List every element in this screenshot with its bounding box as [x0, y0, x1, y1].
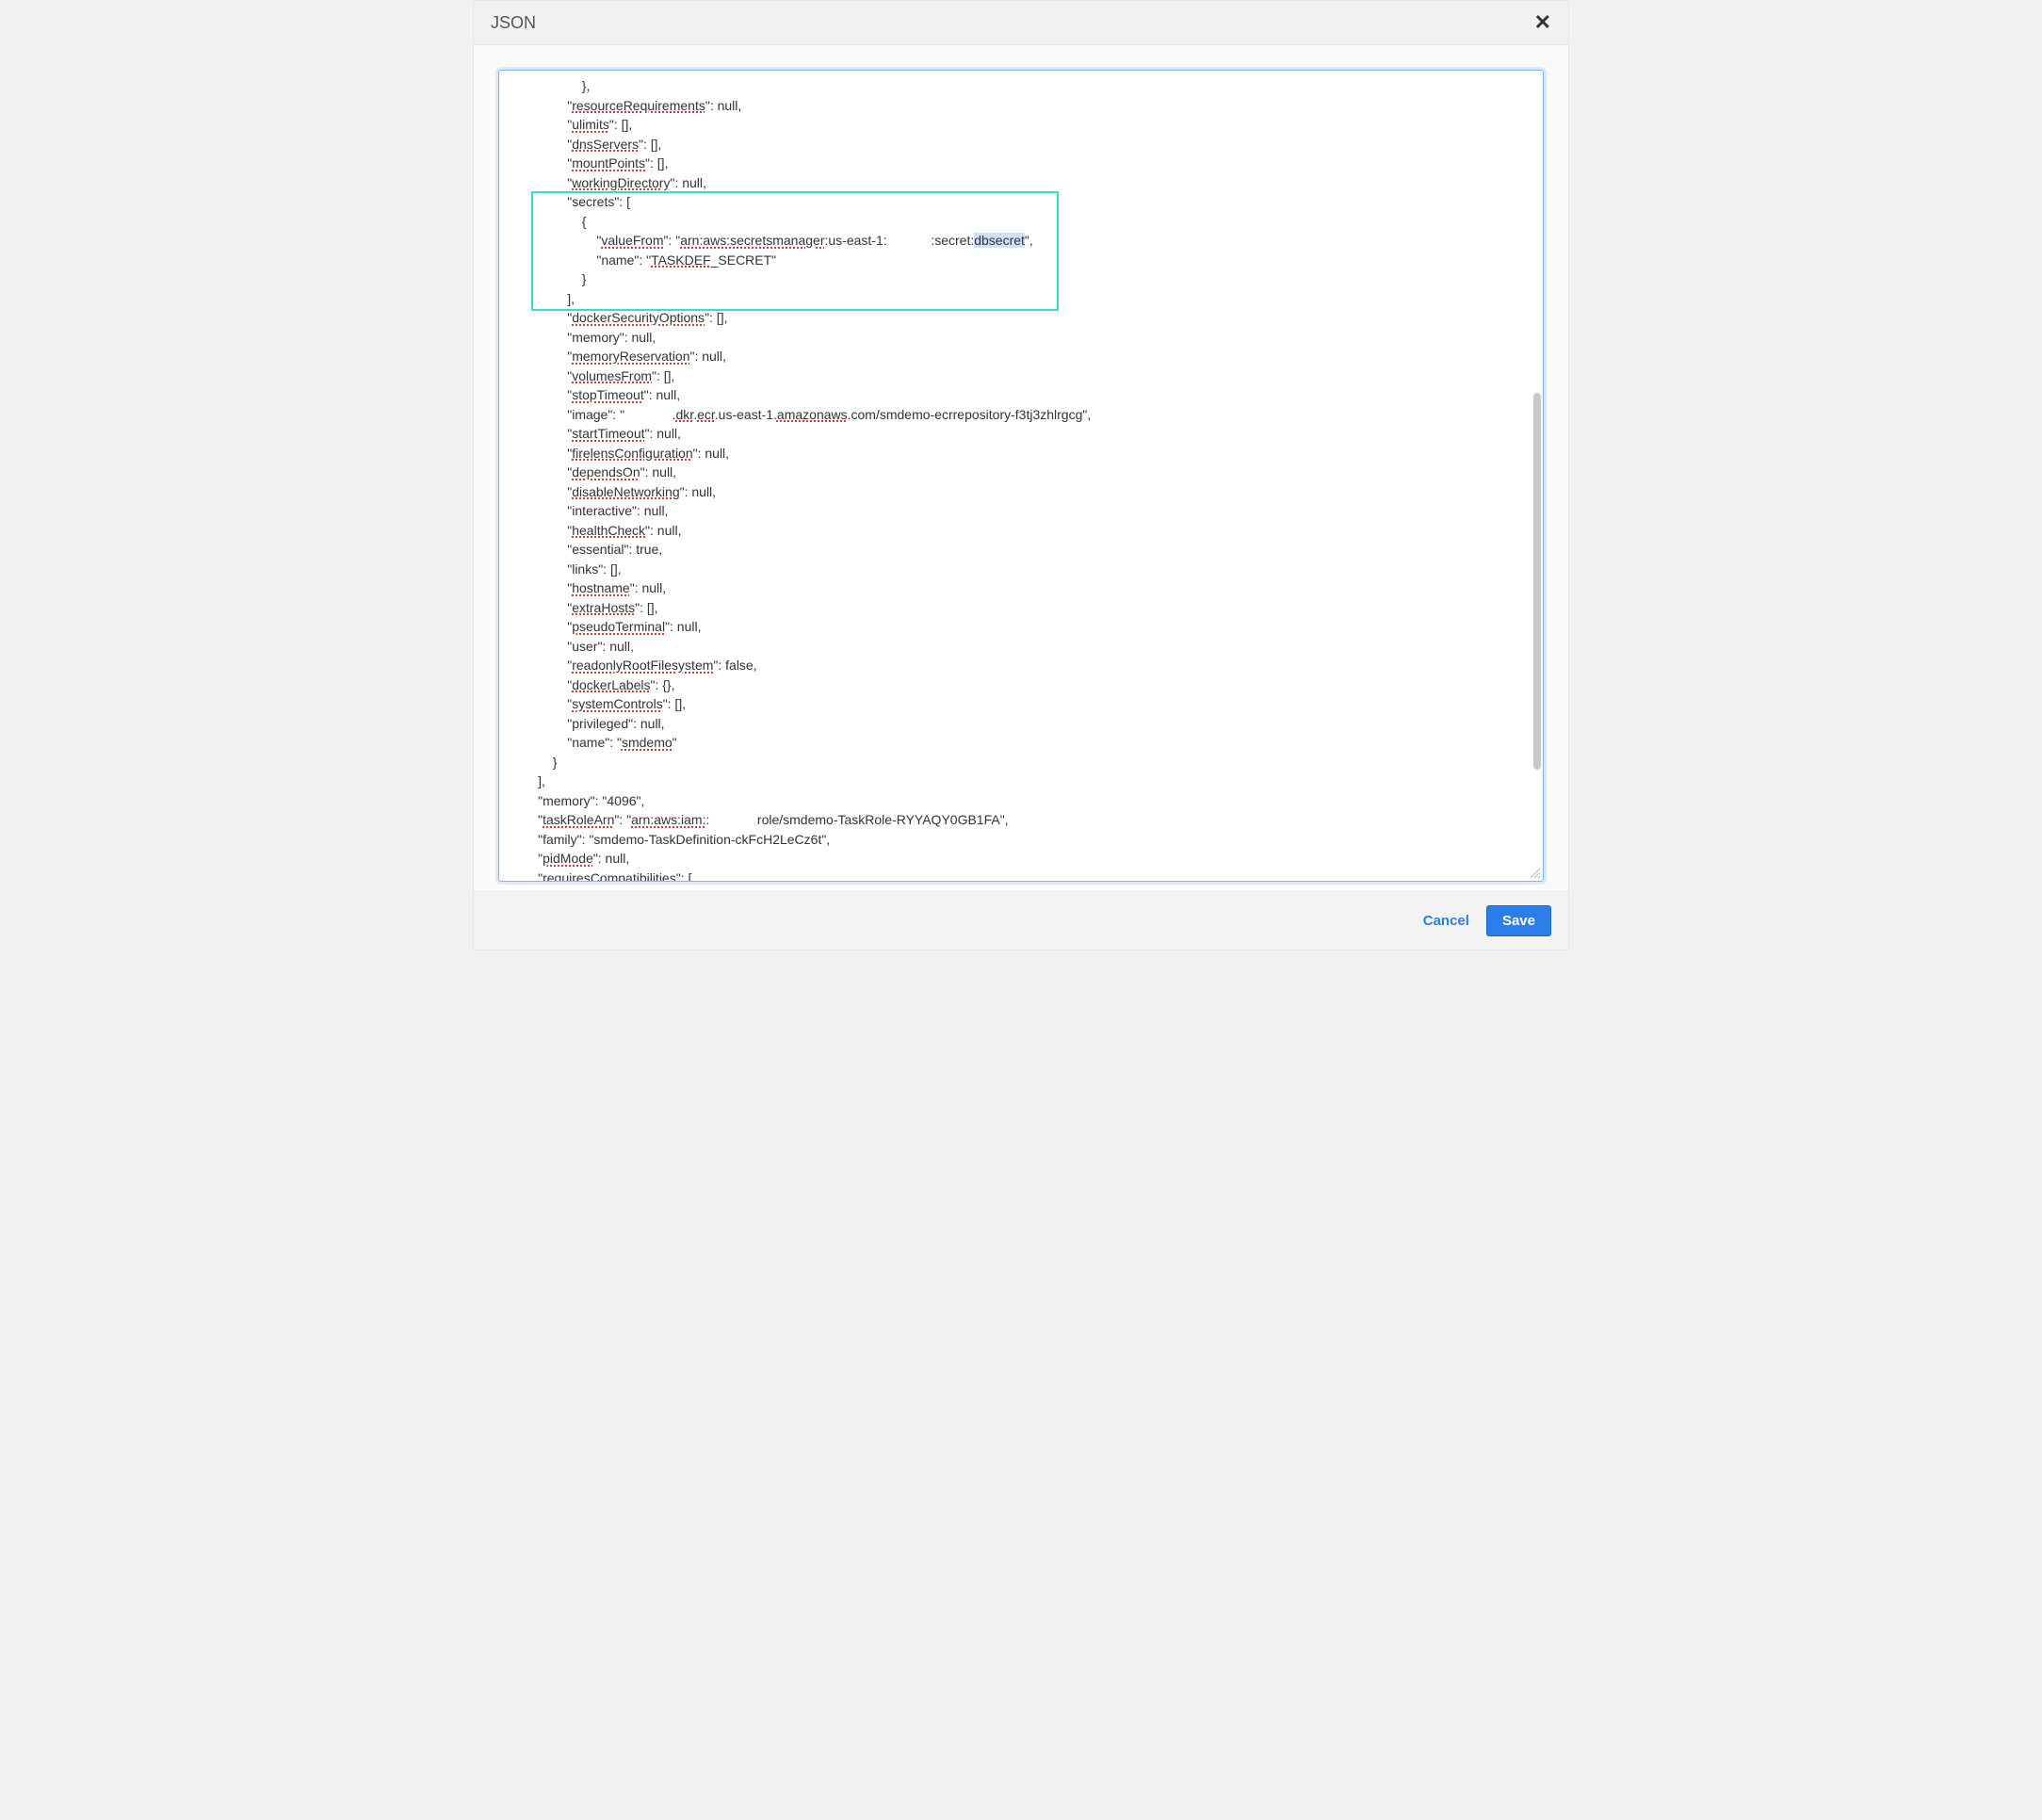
- code-line[interactable]: "requiresCompatibilities": [: [509, 869, 1533, 882]
- code-line[interactable]: "pseudoTerminal": null,: [509, 617, 1533, 637]
- json-editor-wrap: }, "resourceRequirements": null, "ulimit…: [498, 70, 1544, 882]
- code-line[interactable]: "family": "smdemo-TaskDefinition-ckFcH2L…: [509, 830, 1533, 850]
- code-line[interactable]: },: [509, 76, 1533, 96]
- code-line[interactable]: ],: [509, 289, 1533, 309]
- code-line[interactable]: {: [509, 212, 1533, 232]
- code-line[interactable]: "secrets": [: [509, 192, 1533, 212]
- code-line[interactable]: "memory": null,: [509, 328, 1533, 348]
- code-line[interactable]: "pidMode": null,: [509, 849, 1533, 869]
- code-line[interactable]: "name": "smdemo": [509, 733, 1533, 753]
- code-line[interactable]: "resourceRequirements": null,: [509, 96, 1533, 116]
- modal-header: JSON ✕: [474, 1, 1568, 45]
- code-line[interactable]: "readonlyRootFilesystem": false,: [509, 656, 1533, 675]
- code-line[interactable]: "hostname": null,: [509, 578, 1533, 598]
- code-line[interactable]: "volumesFrom": [],: [509, 366, 1533, 386]
- code-line[interactable]: "interactive": null,: [509, 501, 1533, 521]
- code-line[interactable]: "links": [],: [509, 560, 1533, 579]
- save-button[interactable]: Save: [1486, 905, 1551, 936]
- code-line[interactable]: "disableNetworking": null,: [509, 482, 1533, 502]
- modal-footer: Cancel Save: [474, 891, 1568, 950]
- json-modal: JSON ✕ }, "resourceRequirements": null, …: [473, 0, 1569, 951]
- code-line[interactable]: "dockerLabels": {},: [509, 675, 1533, 695]
- scrollbar-track[interactable]: [1528, 73, 1541, 868]
- code-line[interactable]: "stopTimeout": null,: [509, 385, 1533, 405]
- code-line[interactable]: "workingDirectory": null,: [509, 173, 1533, 193]
- code-line[interactable]: }: [509, 753, 1533, 772]
- code-line[interactable]: "memoryReservation": null,: [509, 347, 1533, 366]
- code-line[interactable]: "user": null,: [509, 637, 1533, 657]
- code-line[interactable]: "image": " .dkr.ecr.us-east-1.amazonaws.…: [509, 405, 1533, 425]
- code-line[interactable]: }: [509, 269, 1533, 289]
- code-line[interactable]: "name": "TASKDEF_SECRET": [509, 251, 1533, 270]
- json-editor[interactable]: }, "resourceRequirements": null, "ulimit…: [499, 71, 1543, 881]
- cancel-button[interactable]: Cancel: [1419, 907, 1473, 934]
- code-line[interactable]: "extraHosts": [],: [509, 598, 1533, 618]
- close-icon[interactable]: ✕: [1534, 12, 1551, 33]
- code-line[interactable]: "memory": "4096",: [509, 791, 1533, 811]
- code-line[interactable]: "dnsServers": [],: [509, 135, 1533, 154]
- code-line[interactable]: "ulimits": [],: [509, 115, 1533, 135]
- code-line[interactable]: "valueFrom": "arn:aws:secretsmanager:us-…: [509, 231, 1533, 251]
- code-line[interactable]: "essential": true,: [509, 540, 1533, 560]
- code-line[interactable]: "mountPoints": [],: [509, 154, 1533, 173]
- code-line[interactable]: "systemControls": [],: [509, 694, 1533, 714]
- scrollbar-thumb[interactable]: [1533, 393, 1541, 770]
- code-line[interactable]: "privileged": null,: [509, 714, 1533, 734]
- code-line[interactable]: "dockerSecurityOptions": [],: [509, 308, 1533, 328]
- code-line[interactable]: "taskRoleArn": "arn:aws:iam:: role/smdem…: [509, 810, 1533, 830]
- modal-title: JSON: [491, 13, 536, 33]
- code-line[interactable]: "healthCheck": null,: [509, 521, 1533, 541]
- code-line[interactable]: "startTimeout": null,: [509, 424, 1533, 444]
- code-line[interactable]: "dependsOn": null,: [509, 463, 1533, 482]
- modal-body: }, "resourceRequirements": null, "ulimit…: [474, 45, 1568, 891]
- code-line[interactable]: ],: [509, 772, 1533, 791]
- code-line[interactable]: "firelensConfiguration": null,: [509, 444, 1533, 463]
